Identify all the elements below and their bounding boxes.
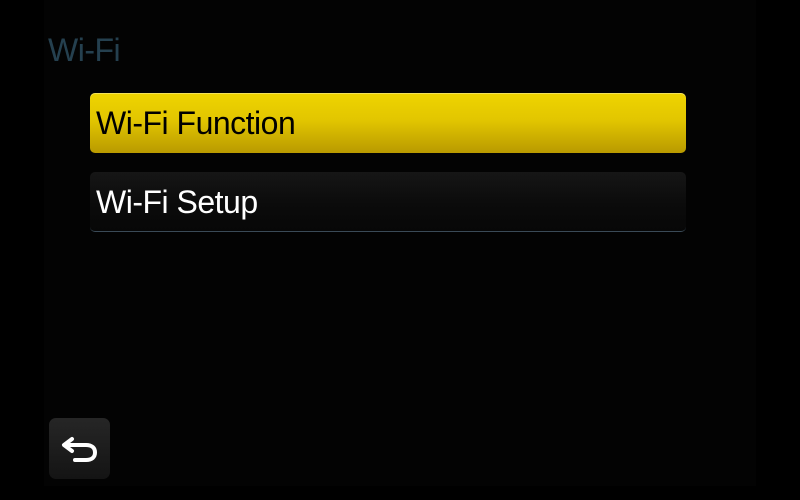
menu-item-wifi-setup[interactable]: Wi-Fi Setup — [90, 172, 686, 232]
menu-item-wifi-function[interactable]: Wi-Fi Function — [90, 93, 686, 153]
back-button[interactable] — [49, 418, 110, 479]
wifi-menu-screen: Wi-Fi Wi-Fi Function Wi-Fi Setup — [0, 0, 800, 500]
menu-panel — [44, 0, 756, 486]
page-title: Wi-Fi — [48, 32, 121, 68]
return-arrow-icon — [60, 434, 100, 464]
